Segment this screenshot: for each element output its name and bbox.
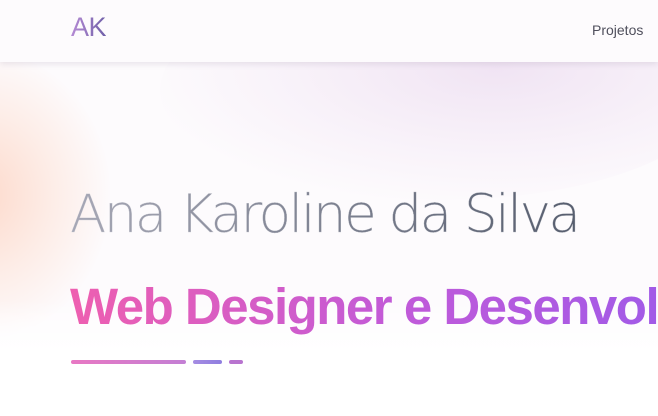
divider-bar-medium [193,360,222,364]
page: AK Projetos Ana Karoline da Silva Web De… [0,0,658,416]
hero-role: Web Designer e Desenvolvedora [70,277,658,336]
logo-link[interactable]: AK [71,12,107,43]
nav-link-projetos[interactable]: Projetos [592,22,643,38]
divider-bar-long [71,360,186,364]
divider-bar-short [229,360,243,364]
hero-name: Ana Karoline da Silva [70,184,581,245]
site-header: AK Projetos [0,0,658,62]
